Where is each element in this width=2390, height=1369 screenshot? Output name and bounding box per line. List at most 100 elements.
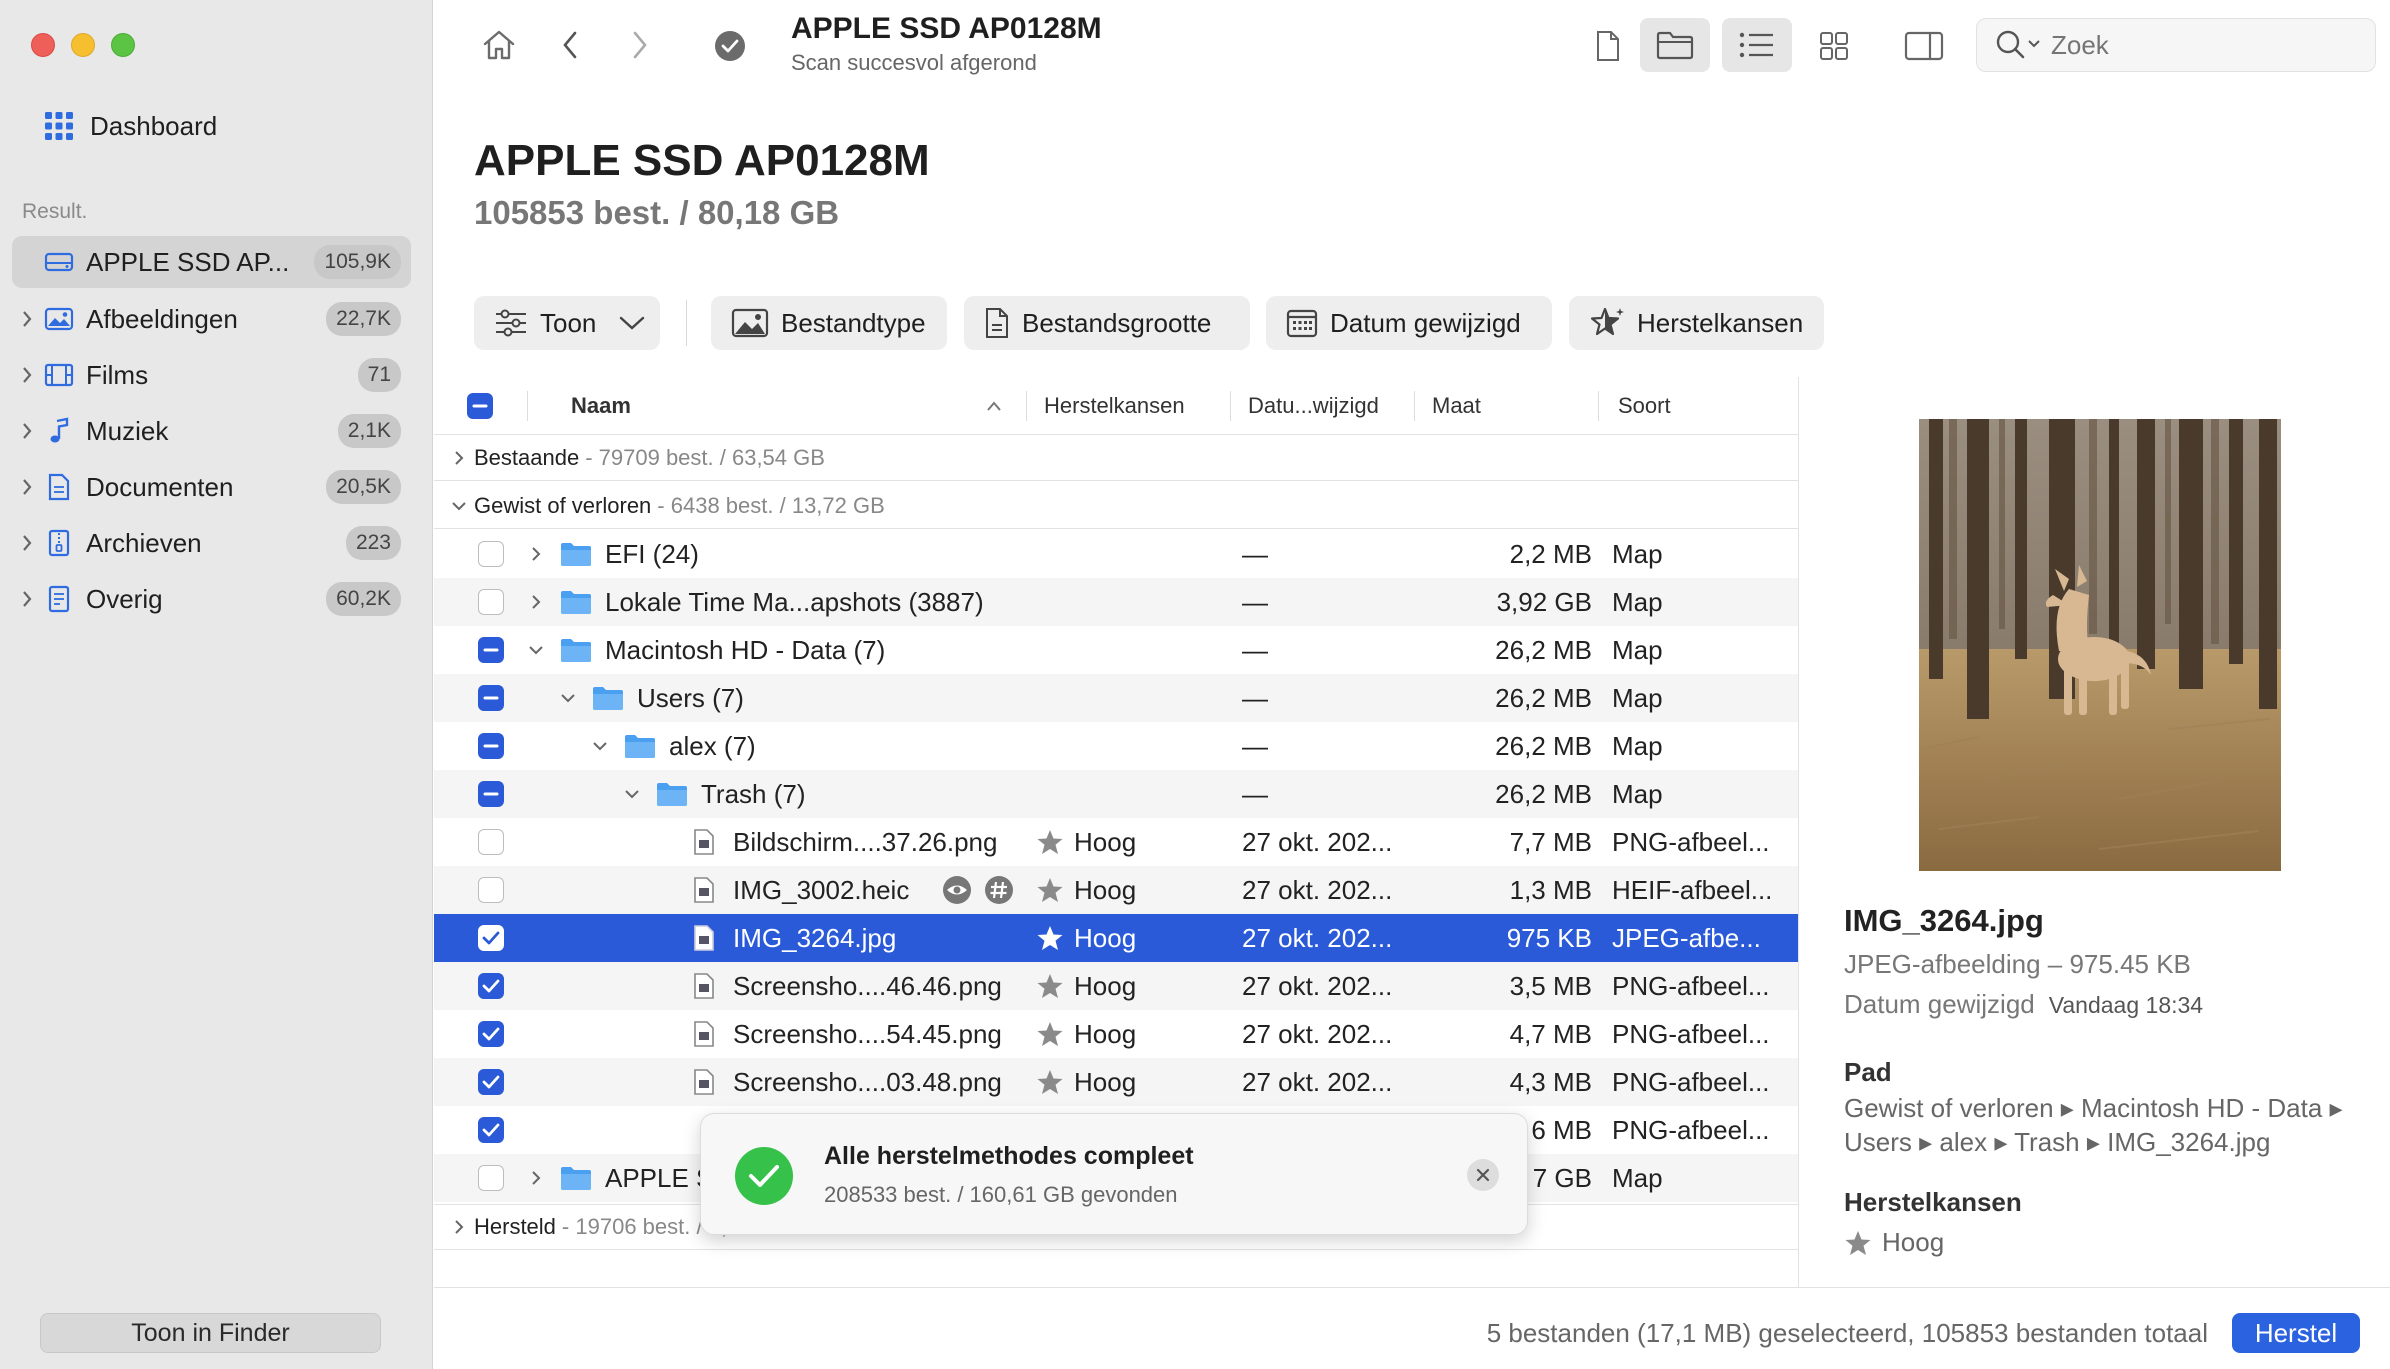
preview-eye-icon[interactable] xyxy=(942,866,972,914)
zoom-window-button[interactable] xyxy=(111,33,135,57)
row-checkbox[interactable] xyxy=(478,973,504,999)
chevron-right-icon[interactable] xyxy=(526,530,546,578)
grid-view-button[interactable] xyxy=(1804,20,1864,72)
minimize-window-button[interactable] xyxy=(71,33,95,57)
row-checkbox[interactable] xyxy=(478,1021,504,1047)
sidebar-item-films[interactable]: Films 71 xyxy=(12,349,411,401)
chevron-down-icon[interactable] xyxy=(558,674,578,722)
column-name[interactable]: Naam xyxy=(571,377,631,435)
row-checkbox[interactable] xyxy=(478,1117,504,1143)
chevron-right-icon[interactable] xyxy=(444,449,474,467)
chevron-right-icon[interactable] xyxy=(12,422,42,440)
sidebar-item-archieven[interactable]: Archieven 223 xyxy=(12,517,411,569)
table-row[interactable]: Bildschirm....37.26.png Hoog 27 okt. 202… xyxy=(434,818,1798,866)
chevron-right-icon[interactable] xyxy=(12,366,42,384)
scan-status-button[interactable] xyxy=(710,26,750,66)
column-type[interactable]: Soort xyxy=(1618,377,1671,435)
select-all-checkbox[interactable] xyxy=(466,377,494,435)
table-row[interactable]: alex (7) — 26,2 MB Map xyxy=(434,722,1798,770)
file-name: Bildschirm....37.26.png xyxy=(733,826,998,857)
music-icon xyxy=(42,416,76,446)
sidebar-item-apple-ssd[interactable]: APPLE SSD AP... 105,9K xyxy=(12,236,411,288)
row-checkbox[interactable] xyxy=(478,685,504,711)
row-checkbox[interactable] xyxy=(478,925,504,951)
chevron-right-icon[interactable] xyxy=(12,478,42,496)
chevron-right-icon[interactable] xyxy=(12,534,42,552)
chevron-down-icon[interactable] xyxy=(526,626,546,674)
chevron-right-icon[interactable] xyxy=(526,578,546,626)
group-label: Bestaande xyxy=(474,444,580,470)
row-checkbox[interactable] xyxy=(478,541,504,567)
show-filter-button[interactable]: Toon xyxy=(474,296,660,350)
row-checkbox[interactable] xyxy=(478,733,504,759)
row-checkbox[interactable] xyxy=(478,781,504,807)
show-in-finder-button[interactable]: Toon in Finder xyxy=(40,1313,381,1353)
filesize-filter-button[interactable]: Bestandsgrootte xyxy=(964,296,1250,350)
column-date[interactable]: Datu...wijzigd xyxy=(1248,377,1379,435)
table-row[interactable]: Lokale Time Ma...apshots (3887) — 3,92 G… xyxy=(434,578,1798,626)
file-type: HEIF-afbeel... xyxy=(1612,874,1773,905)
row-checkbox[interactable] xyxy=(478,589,504,615)
file-type: Map xyxy=(1612,586,1663,617)
results-section-label: Result. xyxy=(22,200,88,223)
chevron-down-icon[interactable] xyxy=(444,500,474,512)
file-type: Map xyxy=(1612,778,1663,809)
group-deleted[interactable]: Gewist of verloren - 6438 best. / 13,72 … xyxy=(434,483,1798,529)
column-size[interactable]: Maat xyxy=(1432,377,1481,435)
forward-button[interactable] xyxy=(620,22,660,68)
filetype-filter-button[interactable]: Bestandtype xyxy=(711,296,947,350)
table-row[interactable]: Users (7) — 26,2 MB Map xyxy=(434,674,1798,722)
file-size: 3,92 GB xyxy=(1496,586,1592,617)
search-input[interactable] xyxy=(2051,29,2331,61)
back-button[interactable] xyxy=(550,22,590,68)
file-name: Screensho....03.48.png xyxy=(733,1066,1002,1097)
recovery-chance: Hoog xyxy=(1036,962,1136,1010)
chevron-down-icon[interactable] xyxy=(622,770,642,818)
toggle-preview-button[interactable] xyxy=(1894,20,1954,72)
sidebar-item-afbeeldingen[interactable]: Afbeeldingen 22,7K xyxy=(12,293,411,345)
table-row[interactable]: Screensho....54.45.png Hoog 27 okt. 202.… xyxy=(434,1010,1798,1058)
sort-ascending-icon[interactable] xyxy=(986,377,1002,435)
row-checkbox[interactable] xyxy=(478,637,504,663)
folder-view-button[interactable] xyxy=(1640,18,1710,72)
toast-title: Alle herstelmethodes compleet xyxy=(824,1142,1194,1170)
table-row-selected[interactable]: IMG_3264.jpg Hoog 27 okt. 202... 975 KB … xyxy=(434,914,1798,962)
row-checkbox[interactable] xyxy=(478,829,504,855)
list-view-button[interactable] xyxy=(1722,18,1792,72)
star-icon xyxy=(1844,1230,1872,1256)
chevron-down-icon[interactable] xyxy=(590,722,610,770)
group-existing[interactable]: Bestaande - 79709 best. / 63,54 GB xyxy=(434,435,1798,481)
row-checkbox[interactable] xyxy=(478,1069,504,1095)
table-row[interactable]: Macintosh HD - Data (7) — 26,2 MB Map xyxy=(434,626,1798,674)
sidebar-dashboard[interactable]: Dashboard xyxy=(44,106,217,146)
table-row[interactable]: IMG_3002.heic Hoog 27 okt. 202... 1,3 MB… xyxy=(434,866,1798,914)
table-row[interactable]: Screensho....03.48.png Hoog 27 okt. 202.… xyxy=(434,1058,1798,1106)
close-toast-button[interactable] xyxy=(1467,1159,1499,1191)
window-title: APPLE SSD AP0128M xyxy=(791,12,1102,45)
column-chances[interactable]: Herstelkansen xyxy=(1044,377,1185,435)
recovery-chance: Hoog xyxy=(1036,1058,1136,1106)
recovery-chance: Hoog xyxy=(1036,914,1136,962)
chevron-right-icon[interactable] xyxy=(526,1154,546,1202)
row-checkbox[interactable] xyxy=(478,877,504,903)
chevron-right-icon[interactable] xyxy=(12,590,42,608)
home-button[interactable] xyxy=(474,22,524,68)
table-row[interactable]: Screensho....46.46.png Hoog 27 okt. 202.… xyxy=(434,962,1798,1010)
recover-button[interactable]: Herstel xyxy=(2232,1313,2360,1353)
chevron-right-icon[interactable] xyxy=(12,310,42,328)
star-icon xyxy=(1036,925,1064,951)
table-row[interactable]: EFI (24) — 2,2 MB Map xyxy=(434,530,1798,578)
chevron-right-icon[interactable] xyxy=(444,1218,474,1236)
file-view-button[interactable] xyxy=(1580,20,1636,72)
chances-filter-button[interactable]: Herstelkansen xyxy=(1569,296,1824,350)
row-checkbox[interactable] xyxy=(478,1165,504,1191)
table-row[interactable]: Trash (7) — 26,2 MB Map xyxy=(434,770,1798,818)
close-icon xyxy=(1476,1168,1490,1182)
search-field[interactable] xyxy=(1976,18,2376,72)
sidebar-item-documenten[interactable]: Documenten 20,5K xyxy=(12,461,411,513)
sidebar-item-overig[interactable]: Overig 60,2K xyxy=(12,573,411,625)
date-filter-button[interactable]: Datum gewijzigd xyxy=(1266,296,1552,350)
hash-badge-icon[interactable] xyxy=(984,866,1014,914)
close-window-button[interactable] xyxy=(31,33,55,57)
sidebar-item-muziek[interactable]: Muziek 2,1K xyxy=(12,405,411,457)
